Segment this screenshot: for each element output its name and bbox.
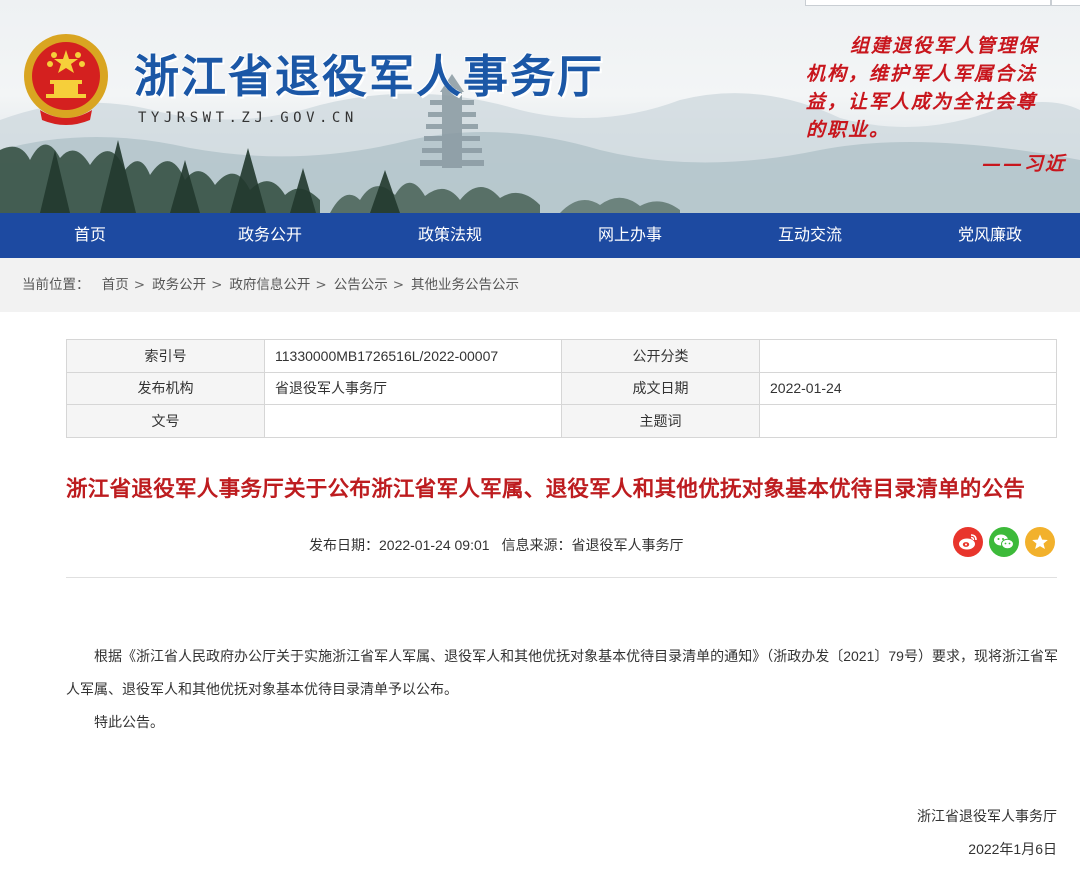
nav-government-affairs[interactable]: 政务公开 xyxy=(180,213,360,258)
source-label: 信息来源： xyxy=(501,537,572,553)
publisher-value: 省退役军人事务厅 xyxy=(264,371,562,406)
breadcrumb-separator: > xyxy=(315,277,327,293)
table-row: 索引号 11330000MB1726516L/2022-00007 公开分类 xyxy=(66,339,1057,373)
share-wechat-button[interactable] xyxy=(989,527,1019,557)
article-body: 根据《浙江省人民政府办公厅关于实施浙江省军人军属、退役军人和其他优抚对象基本优待… xyxy=(66,640,1058,739)
national-emblem-icon xyxy=(24,34,108,125)
source-value: 省退役军人事务厅 xyxy=(571,537,684,553)
index-label: 索引号 xyxy=(66,339,265,373)
docno-label: 文号 xyxy=(66,404,265,438)
signature-org: 浙江省退役军人事务厅 xyxy=(917,808,1057,824)
nav-policy-regulations[interactable]: 政策法规 xyxy=(360,213,540,258)
body-paragraph: 根据《浙江省人民政府办公厅关于实施浙江省军人军属、退役军人和其他优抚对象基本优待… xyxy=(66,648,1058,697)
divider xyxy=(66,577,1057,578)
nav-online-services[interactable]: 网上办事 xyxy=(540,213,720,258)
breadcrumb-separator: > xyxy=(133,277,146,293)
quote-signature: ——习近 xyxy=(982,153,1067,175)
category-label: 公开分类 xyxy=(561,339,760,373)
date-label: 成文日期 xyxy=(561,371,760,406)
index-value: 11330000MB1726516L/2022-00007 xyxy=(264,339,562,373)
main-nav: 首页 政务公开 政策法规 网上办事 互动交流 党风廉政 xyxy=(0,213,1080,258)
breadcrumb-item-announcements[interactable]: 公告公示 xyxy=(334,277,388,293)
search-input[interactable] xyxy=(805,0,1051,6)
signature-date: 2022年1月6日 xyxy=(968,841,1057,857)
site-title[interactable]: 浙江省退役军人事务厅 xyxy=(134,40,604,105)
category-value xyxy=(759,339,1057,373)
site-domain: TYJRSWT.ZJ.GOV.CN xyxy=(138,110,358,126)
quote-line: 的职业。 xyxy=(806,119,891,141)
keyword-value xyxy=(759,404,1057,438)
share-weibo-button[interactable] xyxy=(953,527,983,557)
document-info-table: 索引号 11330000MB1726516L/2022-00007 公开分类 发… xyxy=(66,339,1057,438)
favorite-button[interactable] xyxy=(1025,527,1055,557)
article-signature: 浙江省退役军人事务厅 2022年1月6日 xyxy=(917,800,1057,866)
article-meta: 发布日期：2022-01-24 09:01 信息来源：省退役军人事务厅 xyxy=(309,535,684,555)
search-button[interactable] xyxy=(1051,0,1080,6)
wechat-icon xyxy=(994,534,1014,550)
nav-interaction[interactable]: 互动交流 xyxy=(720,213,900,258)
breadcrumb-item-government-affairs[interactable]: 政务公开 xyxy=(152,277,206,293)
favorite-icon xyxy=(1032,534,1048,549)
nav-party-integrity[interactable]: 党风廉政 xyxy=(900,213,1080,258)
nav-home[interactable]: 首页 xyxy=(0,213,180,258)
article-title: 浙江省退役军人事务厅关于公布浙江省军人军属、退役军人和其他优抚对象基本优待目录清… xyxy=(66,477,1026,501)
breadcrumb-separator: > xyxy=(211,277,223,293)
publish-date-value: 2022-01-24 09:01 xyxy=(379,537,490,553)
publish-date-label: 发布日期： xyxy=(309,537,379,553)
breadcrumb-item-home[interactable]: 首页 xyxy=(102,277,129,293)
breadcrumb-label: 当前位置： xyxy=(22,277,90,293)
quote-line: 益，让军人成为全社会尊 xyxy=(806,91,1038,113)
body-paragraph: 特此公告。 xyxy=(94,714,164,730)
weibo-icon xyxy=(959,534,977,550)
leader-quote: 组建退役军人管理保 机构，维护军人军属合法 益，让军人成为全社会尊 的职业。 —… xyxy=(806,32,1080,178)
table-row: 文号 主题词 xyxy=(66,404,1057,438)
publisher-label: 发布机构 xyxy=(66,371,265,406)
breadcrumb-separator: > xyxy=(392,277,405,293)
table-row: 发布机构 省退役军人事务厅 成文日期 2022-01-24 xyxy=(66,371,1057,406)
header-banner: 浙江省退役军人事务厅 TYJRSWT.ZJ.GOV.CN 组建退役军人管理保 机… xyxy=(0,0,1080,213)
breadcrumb-item-other-announcements[interactable]: 其他业务公告公示 xyxy=(411,277,519,293)
keyword-label: 主题词 xyxy=(561,404,760,438)
breadcrumb: 当前位置： 首页 > 政务公开 > 政府信息公开 > 公告公示 > 其他业务公告公示 xyxy=(0,258,1080,312)
docno-value xyxy=(264,404,562,438)
quote-line: 组建退役军人管理保 xyxy=(850,35,1040,57)
date-value: 2022-01-24 xyxy=(759,371,1057,406)
breadcrumb-item-info-disclosure[interactable]: 政府信息公开 xyxy=(229,277,310,293)
quote-line: 机构，维护军人军属合法 xyxy=(806,63,1038,85)
